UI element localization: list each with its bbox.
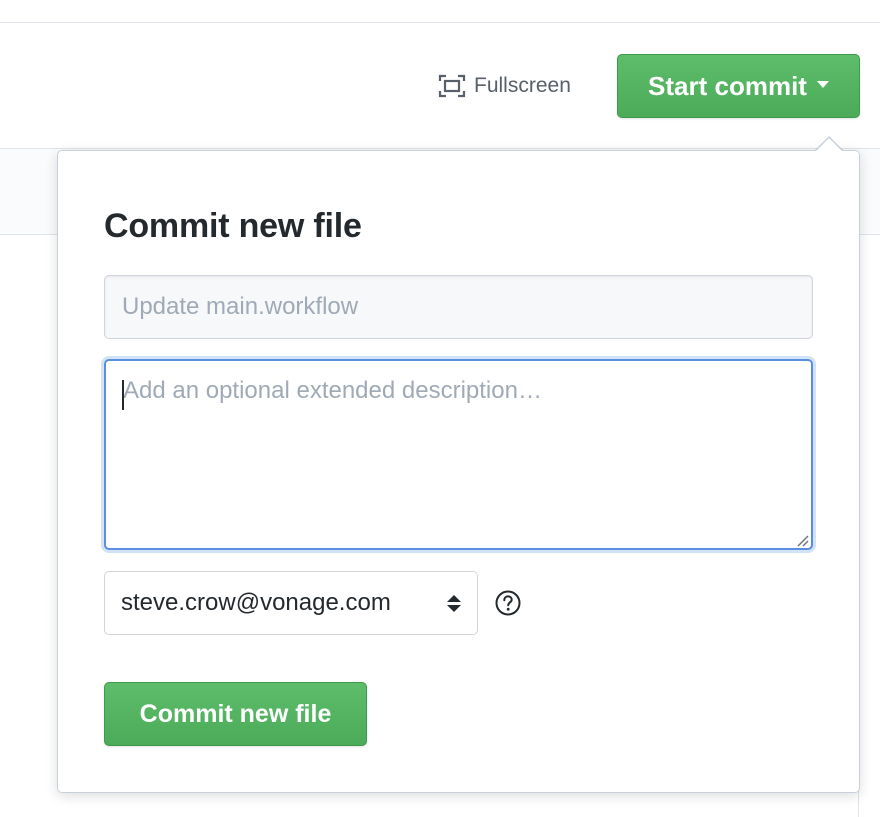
commit-popover: Commit new file steve.crow@vonage.com — [57, 150, 860, 793]
popover-title: Commit new file — [104, 207, 362, 245]
start-commit-label: Start commit — [648, 70, 807, 101]
popover-arrow-fill — [816, 138, 842, 151]
fullscreen-label: Fullscreen — [474, 74, 571, 97]
commit-description-textarea[interactable] — [104, 359, 813, 550]
commit-new-file-button[interactable]: Commit new file — [104, 682, 367, 746]
text-cursor — [122, 380, 124, 410]
commit-new-file-label: Commit new file — [139, 699, 332, 728]
commit-summary-input[interactable] — [104, 275, 813, 339]
start-commit-button[interactable]: Start commit — [617, 54, 860, 118]
caret-down-icon — [816, 81, 829, 88]
commit-email-select[interactable]: steve.crow@vonage.com — [104, 571, 478, 635]
editor-page: Fullscreen Start commit Commit new file … — [0, 0, 880, 817]
top-divider — [0, 22, 880, 23]
select-arrows-icon — [447, 594, 461, 612]
resize-handle-icon[interactable] — [795, 533, 809, 547]
fullscreen-icon — [438, 74, 466, 98]
commit-email-value: steve.crow@vonage.com — [121, 589, 391, 616]
fullscreen-toggle[interactable]: Fullscreen — [438, 70, 571, 102]
question-circle-icon[interactable] — [494, 589, 522, 617]
